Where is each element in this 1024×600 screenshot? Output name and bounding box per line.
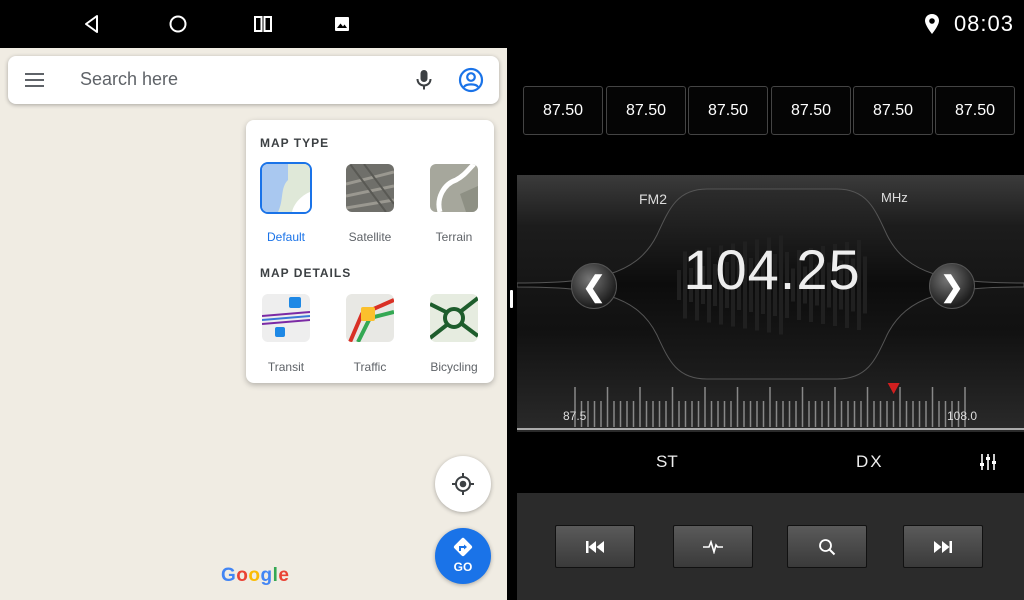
search-icon bbox=[819, 538, 836, 555]
microphone-icon[interactable] bbox=[413, 68, 435, 92]
transit-thumbnail bbox=[262, 294, 310, 342]
preset-button[interactable]: 87.50 bbox=[688, 86, 768, 135]
home-icon[interactable] bbox=[160, 6, 196, 42]
chevron-right-icon: ❯ bbox=[940, 270, 964, 302]
recents-icon[interactable] bbox=[245, 6, 281, 42]
previous-button[interactable] bbox=[555, 525, 635, 568]
unit-label: MHz bbox=[881, 190, 908, 205]
map-detail-label: Transit bbox=[267, 360, 305, 374]
preset-button[interactable]: 87.50 bbox=[771, 86, 851, 135]
clock: 08:03 bbox=[953, 11, 1014, 36]
directions-icon bbox=[453, 537, 473, 557]
map-detail-bicycling[interactable]: Bicycling bbox=[422, 294, 486, 374]
previous-icon bbox=[586, 540, 604, 553]
map-type-label: Satellite bbox=[348, 230, 392, 244]
frequency-display: 104.25 bbox=[683, 238, 861, 301]
gallery-icon[interactable] bbox=[324, 6, 360, 42]
dx-button[interactable]: DX bbox=[856, 452, 884, 472]
equalizer-icon[interactable] bbox=[979, 453, 997, 471]
signal-button[interactable] bbox=[673, 525, 753, 568]
stereo-button[interactable]: ST bbox=[656, 452, 678, 472]
map-type-title: MAP TYPE bbox=[260, 136, 330, 150]
tune-down-button[interactable]: ❮ bbox=[571, 263, 617, 309]
map-view[interactable]: Search here MAP TYPE Default Satellite T… bbox=[0, 48, 507, 600]
tuning-marker bbox=[887, 383, 900, 394]
status-bar: 08:03 bbox=[0, 0, 1024, 48]
preset-button[interactable]: 87.50 bbox=[523, 86, 603, 135]
screen: 08:03 Search here MAP TYPE Default Satel… bbox=[0, 0, 1024, 600]
search-input[interactable]: Search here bbox=[80, 69, 178, 90]
traffic-thumbnail bbox=[346, 294, 394, 342]
scan-button[interactable] bbox=[787, 525, 867, 568]
map-detail-traffic[interactable]: Traffic bbox=[338, 294, 402, 374]
account-icon[interactable] bbox=[458, 67, 484, 93]
next-icon bbox=[934, 540, 952, 553]
default-thumbnail bbox=[262, 164, 310, 212]
back-icon[interactable] bbox=[74, 6, 110, 42]
band-label: FM2 bbox=[639, 191, 667, 207]
layers-panel: MAP TYPE Default Satellite Terrain MAP D… bbox=[246, 120, 494, 383]
scale-min-label: 87.5 bbox=[563, 409, 587, 423]
preset-button[interactable]: 87.50 bbox=[606, 86, 686, 135]
map-type-label: Default bbox=[266, 230, 306, 244]
chevron-left-icon: ❮ bbox=[582, 270, 606, 302]
radio-controls bbox=[517, 493, 1024, 600]
search-bar[interactable]: Search here bbox=[8, 56, 499, 104]
bicycling-thumbnail bbox=[430, 294, 478, 342]
map-detail-label: Bicycling bbox=[430, 360, 478, 374]
tune-up-button[interactable]: ❯ bbox=[929, 263, 975, 309]
waveform-icon bbox=[703, 539, 723, 554]
my-location-button[interactable] bbox=[435, 456, 491, 512]
location-pin-icon bbox=[922, 13, 942, 35]
preset-button[interactable]: 87.50 bbox=[935, 86, 1015, 135]
split-divider-handle[interactable] bbox=[510, 290, 513, 308]
map-type-satellite[interactable]: Satellite bbox=[338, 164, 402, 244]
satellite-thumbnail bbox=[346, 164, 394, 212]
map-type-terrain[interactable]: Terrain bbox=[422, 164, 486, 244]
scale-max-label: 108.0 bbox=[947, 409, 978, 423]
radio-toolbar: ST DX bbox=[517, 432, 1024, 493]
preset-button[interactable]: 87.50 bbox=[853, 86, 933, 135]
next-button[interactable] bbox=[903, 525, 983, 568]
go-button[interactable]: GO bbox=[435, 528, 491, 584]
go-label: GO bbox=[453, 560, 473, 574]
crosshair-icon bbox=[452, 473, 474, 495]
map-type-label: Terrain bbox=[435, 230, 473, 244]
radio-app: 87.50 87.50 87.50 87.50 87.50 87.50 FM2 … bbox=[517, 48, 1024, 600]
map-detail-transit[interactable]: Transit bbox=[254, 294, 318, 374]
map-details-title: MAP DETAILS bbox=[260, 266, 352, 280]
map-type-default[interactable]: Default bbox=[254, 164, 318, 244]
terrain-thumbnail bbox=[430, 164, 478, 212]
tuner-display: FM2 MHz 104.25 ❮ ❯ 87.5 108.0 bbox=[517, 175, 1024, 432]
google-logo: Google bbox=[221, 565, 290, 586]
menu-icon[interactable] bbox=[24, 70, 46, 90]
map-detail-label: Traffic bbox=[353, 360, 387, 374]
